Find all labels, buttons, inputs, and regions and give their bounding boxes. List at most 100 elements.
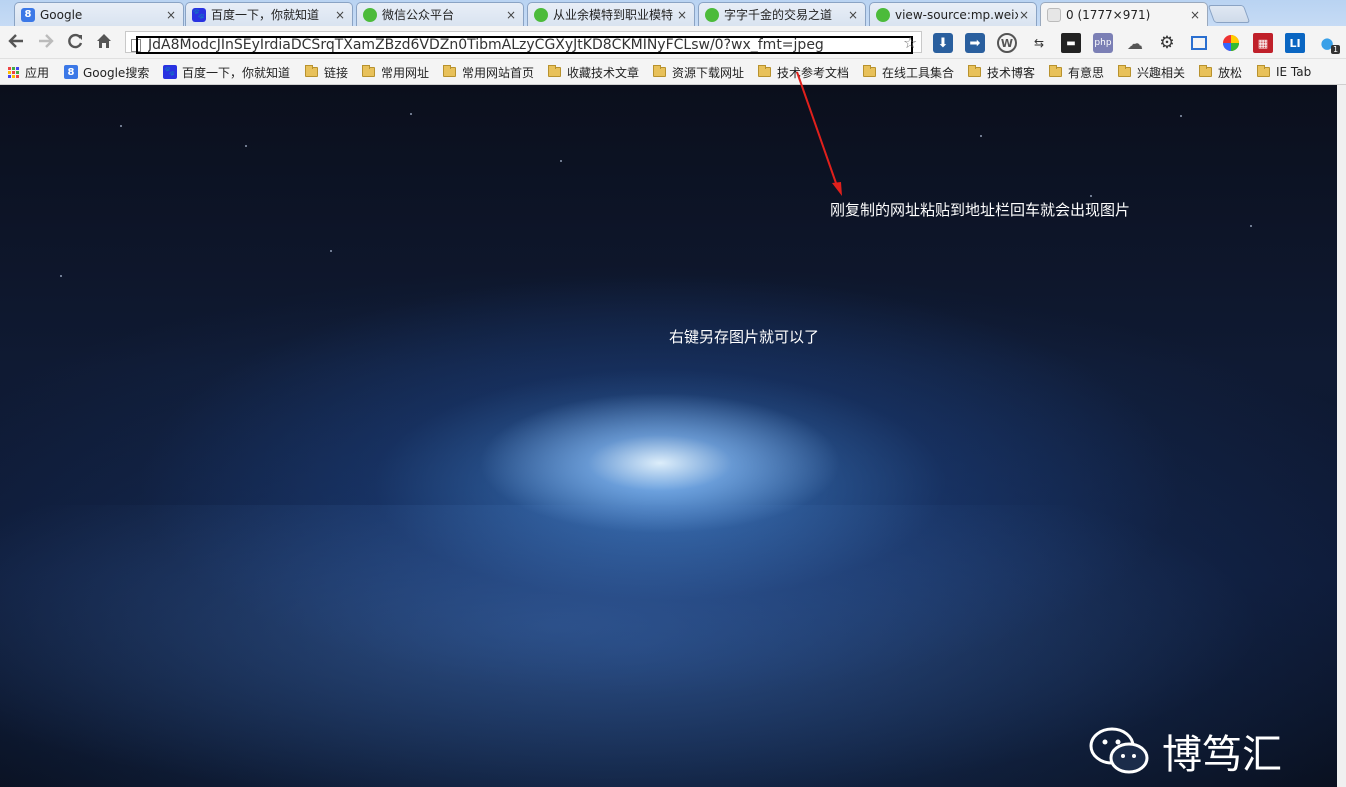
bookmark-apps[interactable]: 应用 [8,63,49,81]
folder-icon [362,65,375,77]
star-dot [410,113,412,115]
folder-icon [1257,65,1270,77]
notification-badge: 1 [1331,45,1341,54]
bookmark-label: 常用网址 [381,65,430,80]
wordpress-icon[interactable]: W [997,33,1017,53]
folder-icon [1049,65,1062,77]
wechat-icon [1089,727,1149,774]
wechat-icon [705,7,719,22]
star-dot [560,160,562,162]
bookmark-label: 链接 [324,65,349,80]
bookmark-folder-online-tools[interactable]: 在线工具集合 [863,63,954,81]
folder-icon [1118,65,1131,77]
red-grid-icon[interactable]: ▦ [1253,33,1273,53]
watermark: 博笃汇 [1088,722,1282,780]
bookmark-folder-relax[interactable]: 放松 [1199,63,1242,81]
forward-arrow-icon[interactable] [36,32,56,52]
bookmark-google-search[interactable]: 8 Google搜索 [64,63,149,81]
baidu-paw-icon: 🐾 [163,65,177,79]
url-highlight-box [136,36,913,54]
close-icon[interactable]: × [1189,8,1201,22]
bookmark-folder-links[interactable]: 链接 [305,63,348,81]
star-dot [1250,225,1252,227]
color-wheel-icon[interactable] [1221,33,1241,53]
bookmark-label: 常用网站首页 [462,65,535,80]
screenshot-icon[interactable] [1189,33,1209,53]
bookmark-folder-ie-tab[interactable]: IE Tab [1257,63,1311,81]
tab-trading-article[interactable]: 字字千金的交易之道 × [698,2,866,26]
star-dot [330,250,332,252]
tab-baidu[interactable]: 🐾 百度一下，你就知道 × [185,2,353,26]
tab-title: 字字千金的交易之道 [724,8,833,22]
star-dot [60,275,62,277]
bookmark-folder-interesting[interactable]: 有意思 [1049,63,1104,81]
bookmark-label: 兴趣相关 [1137,65,1186,80]
tab-google[interactable]: 8 Google × [14,2,184,26]
folder-icon [968,65,981,77]
gear-icon[interactable]: ⚙ [1157,33,1177,53]
bookmark-folder-tech-articles[interactable]: 收藏技术文章 [548,63,639,81]
google-icon: 8 [21,7,35,22]
apps-grid-icon [8,66,19,78]
star-dot [1180,115,1182,117]
new-tab-button[interactable] [1207,5,1251,23]
close-icon[interactable]: × [334,8,346,22]
folder-icon [305,65,318,77]
close-icon[interactable]: × [847,8,859,22]
bookmark-label: 在线工具集合 [882,65,955,80]
star-dot [120,125,122,127]
reload-icon[interactable] [65,32,85,52]
back-arrow-icon[interactable] [6,32,26,52]
download-icon[interactable]: ⬇ [933,33,953,53]
bookmark-folder-common-sites[interactable]: 常用网址 [362,63,429,81]
tab-title: 微信公众平台 [382,8,455,22]
scrollbar[interactable] [1337,85,1346,787]
bookmark-label: 技术博客 [987,65,1036,80]
star-dot [1090,195,1092,197]
bookmark-folder-tech-blogs[interactable]: 技术博客 [968,63,1035,81]
share-icon[interactable]: ➡ [965,33,985,53]
wechat-icon [876,7,890,22]
php-icon[interactable]: php [1093,33,1113,53]
bookmark-label: 应用 [25,65,50,80]
close-icon[interactable]: × [1018,8,1030,22]
tab-image-active[interactable]: 0 (1777×971) × [1040,2,1208,26]
space-image[interactable] [0,85,1337,787]
bookmark-folder-reference-docs[interactable]: 技术参考文档 [758,63,849,81]
star-dot [980,135,982,137]
star-dot [245,145,247,147]
translate-icon[interactable]: ⇆ [1029,33,1049,53]
tab-title: 从业余模特到职业模特 [553,8,674,22]
image-icon [1047,7,1061,22]
bookmark-label: Google搜索 [83,65,150,80]
tab-wechat-platform[interactable]: 微信公众平台 × [356,2,524,26]
terminal-icon[interactable]: ▬ [1061,33,1081,53]
tab-view-source[interactable]: view-source:mp.weix × [869,2,1037,26]
bookmark-label: 百度一下，你就知道 [182,65,291,80]
bookmark-folder-downloads[interactable]: 资源下载网址 [653,63,744,81]
bookmarks-bar: 应用 8 Google搜索 🐾 百度一下，你就知道 链接 常用网址 常用网站首页… [0,59,1346,85]
wechat-icon [363,7,377,22]
close-icon[interactable]: × [676,8,688,22]
folder-icon [863,65,876,77]
bookmark-label: IE Tab [1276,65,1312,79]
tab-title: 0 (1777×971) [1066,7,1151,22]
close-icon[interactable]: × [165,8,177,22]
folder-icon [548,65,561,77]
folder-icon [758,65,771,77]
bookmark-folder-homepages[interactable]: 常用网站首页 [443,63,534,81]
home-icon[interactable] [94,32,114,52]
tab-title: 百度一下，你就知道 [211,8,320,22]
bookmark-star-icon[interactable]: ☆ [903,33,917,52]
close-icon[interactable]: × [505,8,517,22]
bookmark-folder-hobbies[interactable]: 兴趣相关 [1118,63,1185,81]
tab-title: view-source:mp.weix [895,7,1018,22]
linkedin-icon[interactable]: LI [1285,33,1305,53]
cloud-icon[interactable]: ☁ [1125,33,1145,53]
folder-icon [653,65,666,77]
bookmark-baidu[interactable]: 🐾 百度一下，你就知道 [163,63,290,81]
tab-model-article[interactable]: 从业余模特到职业模特 × [527,2,695,26]
bookmark-label: 收藏技术文章 [567,65,640,80]
baidu-paw-icon: 🐾 [192,7,206,22]
bookmark-label: 技术参考文档 [777,65,850,80]
